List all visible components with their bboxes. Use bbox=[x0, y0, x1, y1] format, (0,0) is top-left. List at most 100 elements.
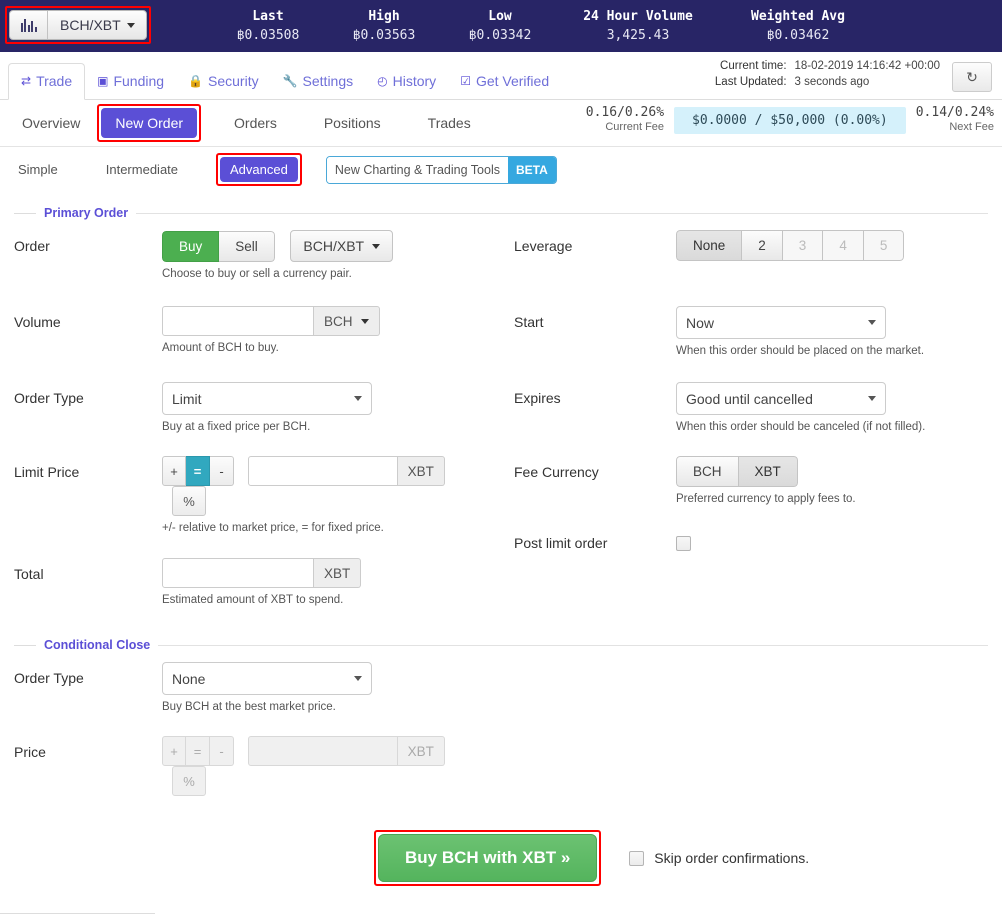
leverage-option-4[interactable]: 4 bbox=[823, 230, 864, 261]
chart-bars-icon[interactable] bbox=[10, 11, 48, 39]
limit-price-minus-button[interactable]: - bbox=[210, 456, 234, 486]
limit-price-equals-button[interactable]: = bbox=[186, 456, 210, 486]
cc-price-input[interactable] bbox=[247, 736, 398, 766]
total-unit: XBT bbox=[314, 558, 362, 588]
cc-price-percent-button[interactable]: % bbox=[172, 766, 206, 796]
order-row: Order Buy Sell BCH/XBT Choose to buy or … bbox=[14, 230, 500, 282]
trade-subnav-tabs: Overview New Order Orders Positions Trad… bbox=[0, 104, 485, 142]
nav-tab-settings[interactable]: 🔧 Settings bbox=[271, 64, 366, 99]
order-type-row: Order Type Limit Buy at a fixed price pe… bbox=[14, 382, 500, 434]
bottom-divider bbox=[0, 913, 155, 914]
total-input[interactable] bbox=[162, 558, 314, 588]
new-order-form: Primary Order Order Buy Sell BCH/XBT Cho… bbox=[0, 206, 1002, 886]
limit-price-row: Limit Price + = - XBT % +/- relative to … bbox=[14, 456, 500, 534]
limit-price-percent-button[interactable]: % bbox=[172, 486, 206, 516]
submit-order-button[interactable]: Buy BCH with XBT » bbox=[378, 834, 598, 882]
banknote-icon: ▣ bbox=[97, 74, 109, 88]
leverage-option-none[interactable]: None bbox=[676, 230, 743, 261]
limit-price-label: Limit Price bbox=[14, 464, 80, 480]
volume-unit-label: BCH bbox=[324, 313, 353, 329]
chevron-down-icon bbox=[354, 676, 362, 681]
pair-dropdown-label: BCH/XBT bbox=[60, 17, 121, 33]
chevron-down-icon bbox=[868, 396, 876, 401]
fee-currency-row: Fee Currency BCH XBT Preferred currency … bbox=[514, 456, 986, 508]
current-time-value: 18-02-2019 14:16:42 +00:00 bbox=[794, 60, 940, 72]
primary-order-right-column: Leverage None 2 3 4 5 Start Now When thi… bbox=[500, 230, 986, 634]
nav-tab-history[interactable]: ◴ History bbox=[365, 64, 448, 99]
cc-price-label: Price bbox=[14, 744, 46, 760]
fee-currency-bch-button[interactable]: BCH bbox=[676, 456, 739, 487]
conditional-close-column: Order Type None Buy BCH at the best mark… bbox=[14, 662, 500, 796]
subtab-orders[interactable]: Orders bbox=[220, 108, 291, 138]
lock-icon: 🔒 bbox=[188, 74, 204, 88]
order-pair-label: BCH/XBT bbox=[303, 238, 365, 254]
stat-volume-value: 3,425.43 bbox=[606, 28, 670, 43]
expires-value: Good until cancelled bbox=[686, 390, 813, 407]
expires-select[interactable]: Good until cancelled bbox=[676, 382, 886, 415]
mode-advanced[interactable]: Advanced bbox=[220, 157, 298, 182]
stat-low-value: ฿0.03342 bbox=[468, 28, 532, 43]
nav-tab-history-label: History bbox=[392, 73, 437, 89]
refresh-button[interactable]: ↻ bbox=[952, 62, 992, 92]
total-label: Total bbox=[14, 566, 44, 582]
skip-confirmations-checkbox[interactable] bbox=[629, 850, 645, 866]
stat-last-title: Last bbox=[252, 9, 284, 24]
volume-input[interactable] bbox=[162, 306, 314, 336]
sell-button[interactable]: Sell bbox=[219, 230, 275, 262]
refresh-icon: ↻ bbox=[966, 68, 978, 85]
stat-volume: 24 Hour Volume 3,425.43 bbox=[558, 9, 718, 43]
mode-simple[interactable]: Simple bbox=[8, 157, 68, 182]
start-label: Start bbox=[514, 314, 544, 330]
cc-order-type-select[interactable]: None bbox=[162, 662, 372, 695]
stat-weighted-avg-title: Weighted Avg bbox=[751, 9, 845, 24]
new-charting-tools-banner[interactable]: New Charting & Trading Tools BETA bbox=[325, 155, 557, 184]
buy-button[interactable]: Buy bbox=[162, 230, 220, 262]
pair-dropdown-button[interactable]: BCH/XBT bbox=[48, 11, 146, 39]
cc-price-equals-button[interactable]: = bbox=[186, 736, 210, 766]
nav-tab-funding[interactable]: ▣ Funding bbox=[85, 64, 176, 99]
cc-price-sign-group: + = - bbox=[162, 736, 234, 766]
cc-order-type-label: Order Type bbox=[14, 670, 84, 686]
subtab-positions[interactable]: Positions bbox=[310, 108, 395, 138]
cc-price-plus-button[interactable]: + bbox=[162, 736, 186, 766]
new-charting-tools-label: New Charting & Trading Tools bbox=[326, 156, 508, 183]
pair-selector[interactable]: BCH/XBT bbox=[9, 10, 147, 40]
stat-last-value: ฿0.03508 bbox=[236, 28, 300, 43]
subtab-trades[interactable]: Trades bbox=[414, 108, 485, 138]
stat-high: High ฿0.03563 bbox=[326, 9, 442, 43]
limit-price-plus-button[interactable]: + bbox=[162, 456, 186, 486]
order-pair-dropdown[interactable]: BCH/XBT bbox=[290, 230, 394, 262]
subtab-new-order[interactable]: New Order bbox=[101, 108, 198, 138]
pair-selector-highlight: BCH/XBT bbox=[5, 6, 151, 44]
chevron-down-icon bbox=[126, 22, 135, 28]
main-navigation: ⇄ Trade ▣ Funding 🔒 Security 🔧 Settings … bbox=[0, 52, 1002, 100]
skip-confirmations-row: Skip order confirmations. bbox=[629, 850, 809, 866]
leverage-option-5[interactable]: 5 bbox=[863, 230, 905, 261]
beta-badge: BETA bbox=[507, 156, 556, 183]
skip-confirmations-label: Skip order confirmations. bbox=[654, 850, 810, 866]
subtab-overview[interactable]: Overview bbox=[8, 108, 94, 138]
start-value: Now bbox=[686, 314, 715, 331]
legend-rule bbox=[136, 212, 988, 214]
leverage-option-2[interactable]: 2 bbox=[742, 230, 783, 261]
fee-currency-xbt-button[interactable]: XBT bbox=[738, 456, 798, 487]
leverage-toggle-group: None 2 3 4 5 bbox=[676, 230, 905, 261]
fee-currency-toggle: BCH XBT bbox=[676, 456, 798, 487]
limit-price-input[interactable] bbox=[247, 456, 398, 486]
nav-tab-trade[interactable]: ⇄ Trade bbox=[8, 63, 86, 100]
nav-tab-get-verified[interactable]: ☑ Get Verified bbox=[448, 64, 561, 99]
order-type-hint: Buy at a fixed price per BCH. bbox=[162, 421, 311, 433]
legend-rule bbox=[158, 644, 988, 646]
nav-tab-security[interactable]: 🔒 Security bbox=[176, 64, 271, 99]
chevron-down-icon bbox=[360, 318, 369, 324]
leverage-option-3[interactable]: 3 bbox=[782, 230, 824, 261]
start-select[interactable]: Now bbox=[676, 306, 886, 339]
cc-price-minus-button[interactable]: - bbox=[210, 736, 234, 766]
mode-intermediate[interactable]: Intermediate bbox=[96, 157, 188, 182]
start-hint: When this order should be placed on the … bbox=[676, 345, 925, 357]
volume-hint: Amount of BCH to buy. bbox=[162, 342, 279, 354]
order-hint: Choose to buy or sell a currency pair. bbox=[162, 268, 352, 280]
post-limit-order-checkbox[interactable] bbox=[676, 536, 691, 552]
volume-unit-dropdown[interactable]: BCH bbox=[314, 306, 380, 336]
order-type-select[interactable]: Limit bbox=[162, 382, 372, 415]
